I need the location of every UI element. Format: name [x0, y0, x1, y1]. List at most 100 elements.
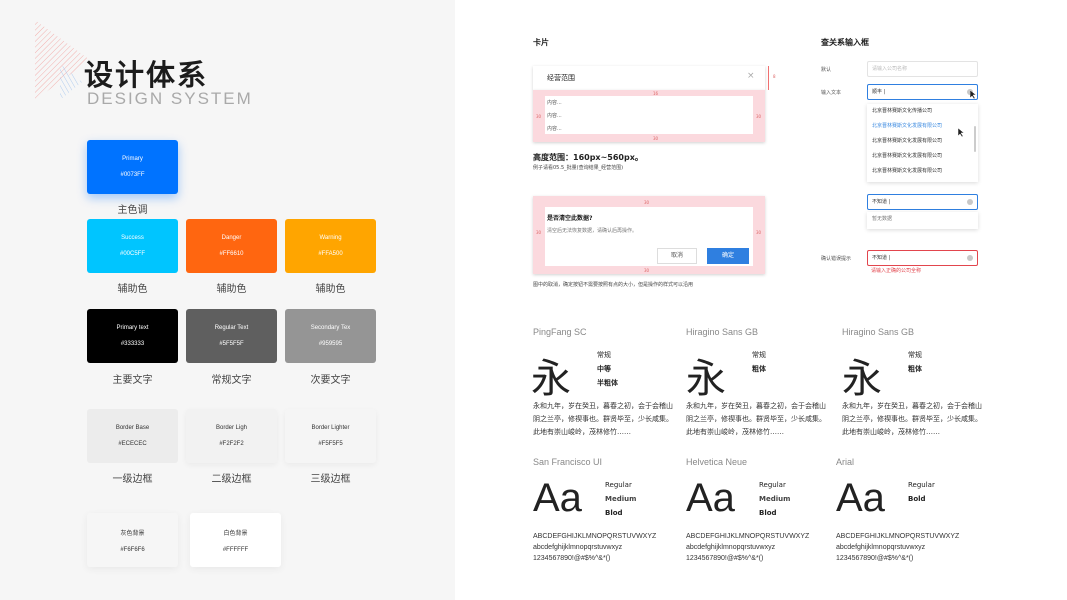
- swatch-hex: #F2F2F2: [219, 441, 244, 447]
- swatch-hex: #333333: [120, 341, 145, 347]
- swatch-hex: #FF6610: [219, 251, 244, 257]
- weight-item: Blod: [759, 509, 777, 517]
- confirm-button[interactable]: 确定: [707, 248, 749, 264]
- swatch-white-bg[interactable]: 白色背景 #FFFFFF: [190, 513, 281, 567]
- page-title: 设计体系: [84, 58, 209, 92]
- swatch-hex: #959595: [318, 341, 343, 347]
- swatch-hex: #FFFFFF: [222, 546, 249, 553]
- padding-bottom: [533, 134, 765, 142]
- glyph-sample: 永: [686, 356, 726, 402]
- swatch-caption: 主要文字: [112, 375, 153, 386]
- search-input-default[interactable]: 请输入公司名称: [867, 61, 978, 77]
- swatch-name: Primary text: [116, 325, 149, 331]
- swatch-caption: 三级边框: [310, 474, 351, 485]
- input-value: 不知道 |: [872, 199, 891, 205]
- swatch-border-base[interactable]: Border Base #ECECEC: [87, 409, 178, 463]
- weight-list: 常规 粗体: [752, 348, 766, 376]
- swatch-primary-text[interactable]: Primary text #333333: [87, 309, 178, 363]
- font-name: San Francisco UI: [533, 457, 603, 467]
- weight-item: Regular: [605, 481, 632, 489]
- swatch-border-lighter[interactable]: Border Lighter #F5F5F5: [285, 409, 376, 463]
- swatch-name: Regular Text: [214, 325, 249, 331]
- weight-item: Bold: [908, 495, 926, 503]
- suggestion-item[interactable]: 北京晋林赛斯文化发展有限公司: [867, 149, 978, 164]
- height-range: 高度范围：160px~560px。: [533, 153, 643, 162]
- swatch-caption: 辅助色: [216, 284, 247, 295]
- font-name: Arial: [836, 457, 855, 467]
- scrollbar[interactable]: [974, 126, 976, 152]
- swatch-hex: #00C5FF: [119, 251, 145, 257]
- card-content-line: 内容...: [547, 113, 562, 119]
- digits: 1234567890!@#$%^&*(): [533, 555, 611, 562]
- weight-list: Regular Medium Blod: [759, 478, 790, 520]
- swatch-border-light[interactable]: Border Ligh #F2F2F2: [186, 409, 277, 463]
- weight-list: Regular Bold: [908, 478, 935, 506]
- swatch-caption: 辅助色: [117, 284, 148, 295]
- card-title: 经营范围: [547, 74, 575, 82]
- sample-paragraph: 永和九年，岁在癸丑，暮春之初，会于会稽山阴之兰亭，修禊事也。群贤毕至，少长咸集。…: [686, 402, 826, 436]
- default-label: 默认: [821, 67, 832, 73]
- lowercase: abcdefghijklmnopqrstuvwxyz: [533, 544, 623, 551]
- swatch-hex: #5F5F5F: [219, 341, 244, 347]
- padding-top: [533, 90, 765, 96]
- lowercase: abcdefghijklmnopqrstuvwxyz: [686, 544, 776, 551]
- swatch-name: 灰色背景: [120, 530, 145, 537]
- swatch-secondary-text[interactable]: Secondary Tex #959595: [285, 309, 376, 363]
- swatch-success[interactable]: Success #00C5FF: [87, 219, 178, 273]
- weight-item: Regular: [759, 481, 786, 489]
- input-label: 输入文本: [821, 90, 842, 96]
- dialog: 30 30 30 30 是否清空此数据? 清空后无法恢复数据，请确认后再操作。 …: [533, 196, 765, 274]
- swatch-hex: #F6F6F6: [120, 546, 145, 553]
- swatch-gray-bg[interactable]: 灰色背景 #F6F6F6: [87, 513, 178, 567]
- swatch-caption: 常规文字: [211, 375, 252, 386]
- alphabet-sample: ABCDEFGHIJKLMNOPQRSTUVWXYZ abcdefghijklm…: [686, 531, 809, 564]
- swatch-caption: 辅助色: [315, 284, 346, 295]
- left-panel: 设计体系 DESIGN SYSTEM Primary #0073FF 主色调 S…: [0, 0, 455, 600]
- uppercase: ABCDEFGHIJKLMNOPQRSTUVWXYZ: [686, 533, 810, 540]
- weight-item: 中等: [597, 365, 611, 373]
- card-content-line: 内容...: [547, 126, 562, 132]
- digits: 1234567890!@#$%^&*(): [686, 555, 764, 562]
- swatch-name: Border Lighter: [311, 425, 350, 431]
- swatch-regular-text[interactable]: Regular Text #5F5F5F: [186, 309, 277, 363]
- weight-item: 常规: [597, 351, 611, 359]
- lowercase: abcdefghijklmnopqrstuvwxyz: [836, 544, 926, 551]
- padding-left: [533, 196, 545, 274]
- height-note: 例子请看05.5_批量(查询结果_经营范围): [533, 165, 624, 171]
- weight-list: 常规 粗体: [908, 348, 922, 376]
- search-input-not-found[interactable]: 不知道 |: [867, 194, 978, 210]
- input-value: 顺丰 |: [872, 89, 886, 95]
- font-name: PingFang SC: [533, 327, 587, 337]
- spacing-label: 30: [644, 200, 650, 205]
- weight-item: Regular: [908, 481, 935, 489]
- clear-icon[interactable]: [967, 255, 973, 261]
- digits: 1234567890!@#$%^&*(): [836, 555, 914, 562]
- swatch-name: Danger: [221, 235, 242, 241]
- swatch-primary[interactable]: Primary #0073FF: [87, 140, 178, 194]
- card-section-title: 卡片: [533, 38, 549, 47]
- suggestion-item[interactable]: 北京晋林赛斯文化传播公司: [867, 104, 978, 119]
- swatch-name: Warning: [319, 235, 342, 241]
- spacing-label: 16: [653, 91, 659, 96]
- swatch-caption: 一级边框: [112, 474, 153, 485]
- search-input-typing[interactable]: 顺丰 |: [867, 84, 978, 100]
- font-name: Helvetica Neue: [686, 457, 748, 467]
- card-header: 经营范围 ×: [533, 66, 765, 90]
- card-body: 16 30 30 30 内容... 内容... 内容...: [533, 90, 765, 142]
- suggestion-item[interactable]: 北京晋林赛斯文化发展有限公司: [867, 164, 978, 179]
- close-icon[interactable]: ×: [747, 71, 755, 81]
- glyph-sample: Aa: [686, 476, 735, 520]
- weight-list: 常规 中等 半粗体: [597, 348, 618, 390]
- swatch-warning[interactable]: Warning #FFA500: [285, 219, 376, 273]
- swatch-caption: 二级边框: [211, 474, 252, 485]
- swatch-danger[interactable]: Danger #FF6610: [186, 219, 277, 273]
- swatch-caption: 次要文字: [310, 375, 351, 386]
- footer-note: 图中的取消，确定按钮不需要按照有点的大小，但是操作的样式可以沿用: [533, 282, 694, 288]
- cursor-icon: [958, 128, 965, 137]
- cancel-button[interactable]: 取消: [657, 248, 697, 264]
- clear-icon[interactable]: [967, 199, 973, 205]
- no-data-text: 暂无数据: [872, 216, 893, 222]
- weight-item: Medium: [759, 495, 791, 503]
- search-input-error[interactable]: 不知道 |: [867, 250, 978, 266]
- glyph-sample: Aa: [533, 476, 582, 520]
